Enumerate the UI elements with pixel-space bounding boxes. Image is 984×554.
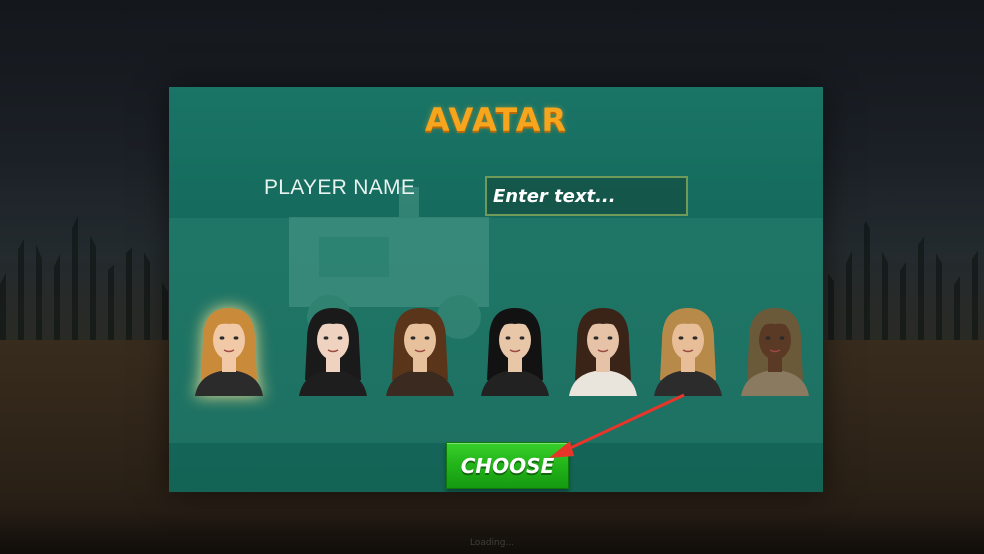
- left-eye: [219, 336, 225, 340]
- left-eye: [678, 336, 684, 340]
- right-eye: [607, 336, 613, 340]
- dialog-title: AVATAR: [424, 101, 568, 139]
- portrait-icon: [386, 308, 454, 396]
- avatar-option-6[interactable]: [648, 300, 728, 396]
- face: [587, 320, 619, 360]
- face: [213, 320, 245, 360]
- avatar-option-7[interactable]: [735, 300, 815, 396]
- avatar-list: [169, 300, 823, 400]
- portrait-icon: [481, 308, 549, 396]
- portrait-icon: [299, 308, 367, 396]
- avatar-option-3[interactable]: [380, 300, 460, 396]
- choose-button[interactable]: CHOOSE: [446, 442, 569, 489]
- right-eye: [692, 336, 698, 340]
- right-eye: [424, 336, 430, 340]
- face: [317, 320, 349, 360]
- right-eye: [779, 336, 785, 340]
- avatar-option-1[interactable]: [189, 300, 269, 396]
- portrait-icon: [654, 308, 722, 396]
- left-eye: [593, 336, 599, 340]
- player-name-input[interactable]: [485, 176, 688, 216]
- portrait-icon: [195, 308, 263, 396]
- left-eye: [765, 336, 771, 340]
- avatar-option-4[interactable]: [475, 300, 555, 396]
- left-eye: [410, 336, 416, 340]
- avatar-option-2[interactable]: [293, 300, 373, 396]
- avatar-option-5[interactable]: [563, 300, 643, 396]
- face: [759, 320, 791, 360]
- face: [499, 320, 531, 360]
- right-eye: [233, 336, 239, 340]
- portrait-icon: [741, 308, 809, 396]
- left-eye: [505, 336, 511, 340]
- portrait-icon: [569, 308, 637, 396]
- left-eye: [323, 336, 329, 340]
- face: [672, 320, 704, 360]
- background-caption: Loading...: [469, 538, 515, 548]
- right-eye: [337, 336, 343, 340]
- avatar-dialog: AVATAR PLAYER NAME CHOOSE: [169, 87, 823, 492]
- right-eye: [519, 336, 525, 340]
- face: [404, 320, 436, 360]
- player-name-label: PLAYER NAME: [264, 176, 416, 199]
